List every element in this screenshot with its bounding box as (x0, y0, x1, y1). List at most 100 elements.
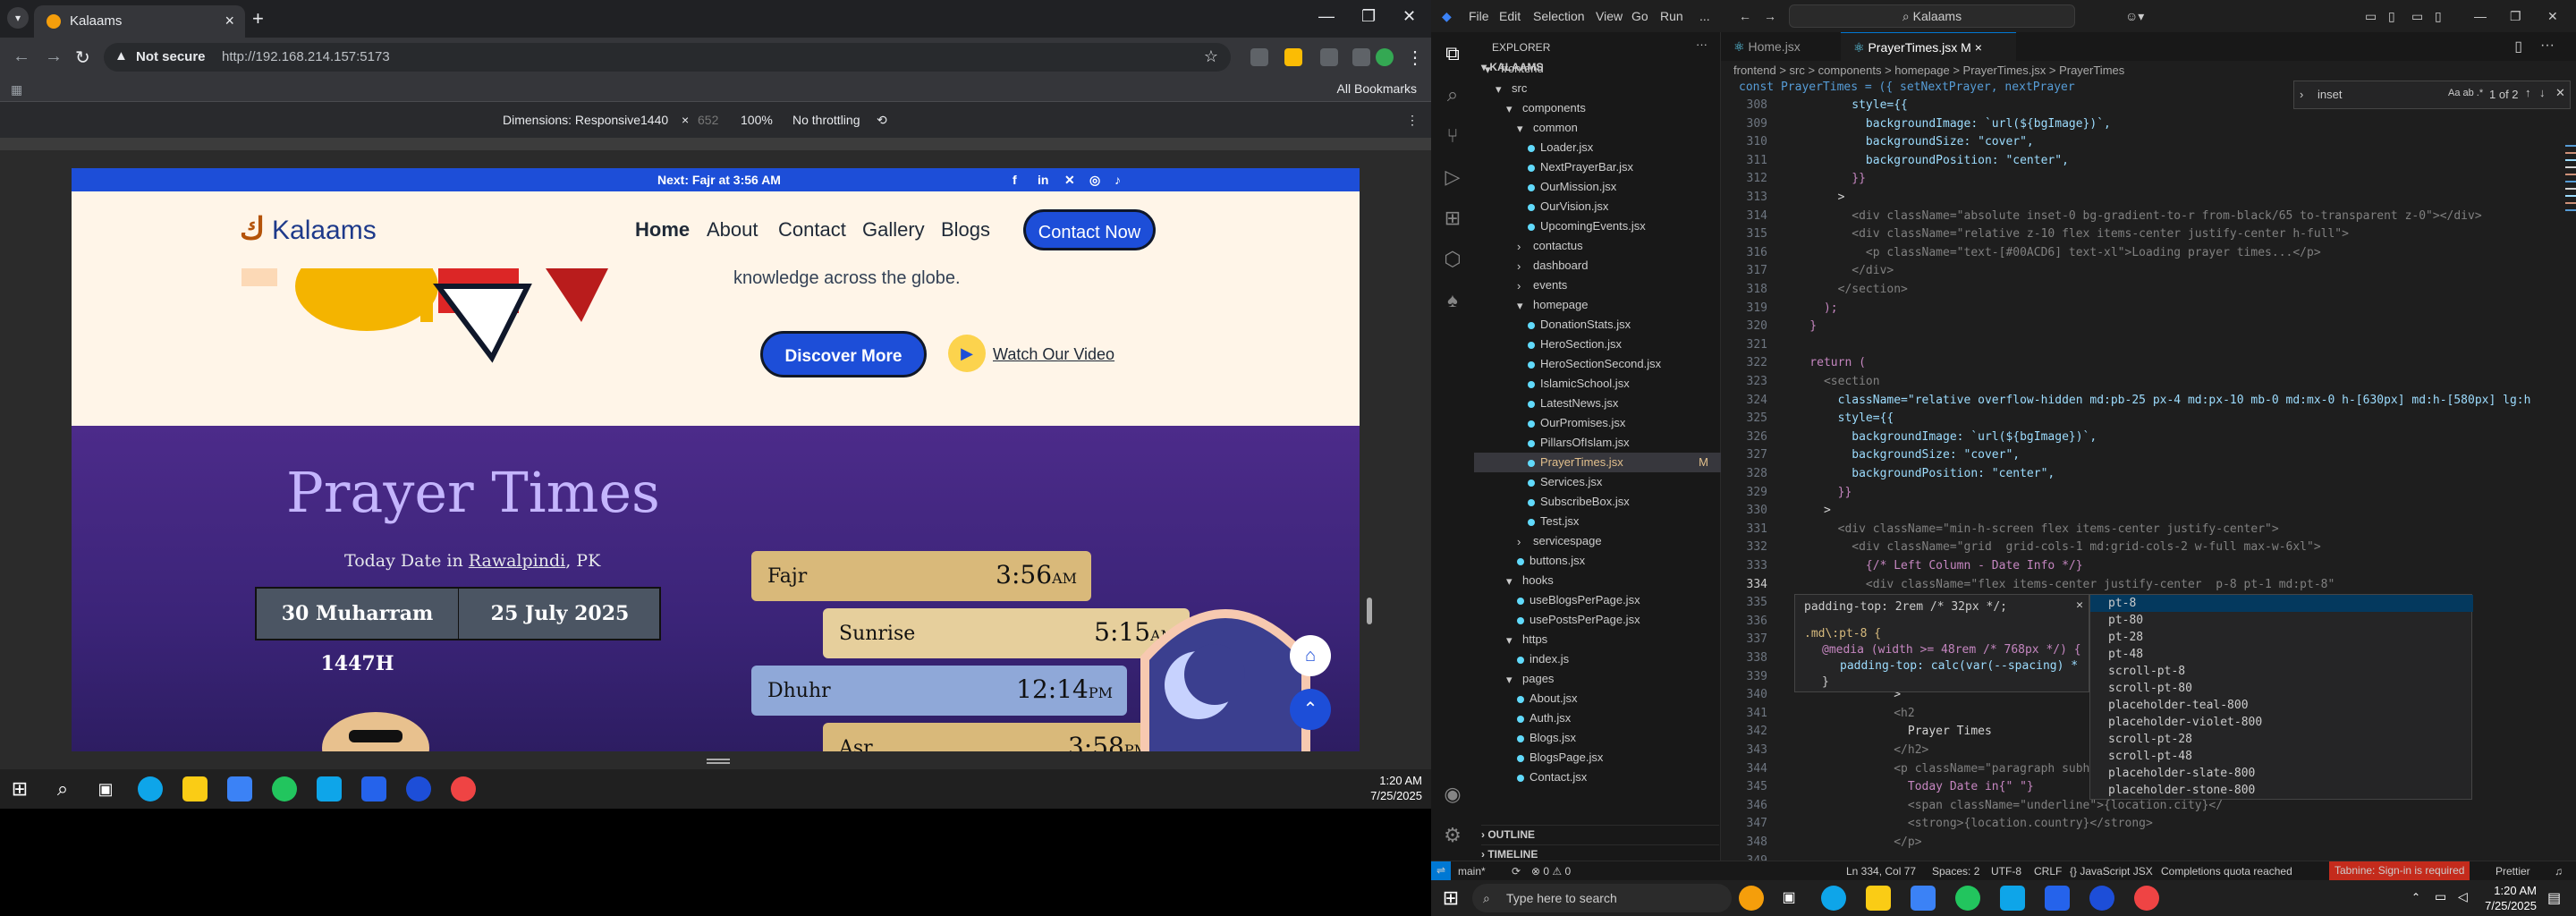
reload-icon[interactable]: ↻ (75, 47, 90, 69)
source-control-icon[interactable]: ⑂ (1442, 125, 1463, 147)
explorer-icon[interactable]: ⧉ (1442, 43, 1463, 64)
app-icon[interactable] (2000, 886, 2025, 911)
task-view-icon[interactable]: ▣ (1776, 886, 1801, 911)
app-icon[interactable] (317, 776, 342, 802)
edge-icon[interactable] (1821, 886, 1846, 911)
suggestion-item[interactable]: scroll-pt-80 (2090, 680, 2473, 697)
site-logo[interactable]: ك Kalaams (240, 211, 383, 247)
copilot-icon[interactable]: ☺▾ (2125, 9, 2144, 24)
folder-item[interactable]: ▾ src (1474, 79, 1721, 98)
file-item[interactable]: PillarsOfIslam.jsx (1474, 433, 1721, 453)
file-item[interactable]: BlogsPage.jsx (1474, 748, 1721, 768)
file-item[interactable]: UpcomingEvents.jsx (1474, 216, 1721, 236)
maximize-icon[interactable]: ❐ (1361, 7, 1376, 26)
vscode-icon[interactable] (2045, 886, 2070, 911)
layout-icon[interactable]: ▭ (2365, 9, 2377, 24)
suggestion-item[interactable]: scroll-pt-28 (2090, 731, 2473, 748)
bookmark-star-icon[interactable]: ☆ (1204, 47, 1218, 66)
find-prev-icon[interactable]: ↑ (2525, 86, 2531, 99)
sidepanel-icon[interactable] (1352, 48, 1370, 66)
zoom-icon[interactable] (406, 776, 431, 802)
suggestion-item[interactable]: placeholder-violet-800 (2090, 714, 2473, 731)
throttle-dropdown[interactable]: No throttling (792, 113, 860, 127)
rotate-icon[interactable]: ⟲ (877, 113, 887, 128)
suggestion-item[interactable]: scroll-pt-48 (2090, 748, 2473, 765)
store-icon[interactable] (1911, 886, 1936, 911)
dimensions-dropdown[interactable]: Dimensions: Responsive (503, 113, 640, 127)
menu-edit[interactable]: Edit (1499, 9, 1521, 23)
file-item[interactable]: Blogs.jsx (1474, 728, 1721, 748)
close-window-icon[interactable]: ✕ (1402, 7, 1416, 26)
folder-item[interactable]: ▾ homepage (1474, 295, 1721, 315)
folder-item[interactable]: › events (1474, 276, 1721, 295)
eol[interactable]: CRLF (2034, 865, 2062, 878)
edge-icon[interactable] (138, 776, 163, 802)
vscode-icon[interactable] (361, 776, 386, 802)
remote-icon[interactable]: ⬡ (1442, 249, 1463, 270)
extensions-icon[interactable]: ⊞ (1442, 208, 1463, 229)
tab-search-icon[interactable]: ▾ (7, 7, 29, 29)
menu-kebab-icon[interactable]: ⋮ (1406, 47, 1424, 69)
puzzle-icon[interactable] (1320, 48, 1338, 66)
folder-item[interactable]: ▾ common (1474, 118, 1721, 138)
folder-item[interactable]: ▾ https (1474, 630, 1721, 649)
toggle-panel-icon[interactable]: ▭ (2411, 9, 2423, 24)
find-toggle-icon[interactable]: › (2300, 88, 2303, 101)
file-item[interactable]: Contact.jsx (1474, 768, 1721, 787)
taskbar-clock-right[interactable]: 1:20 AM 7/25/2025 (2474, 883, 2537, 913)
discover-more-button[interactable]: Discover More (760, 331, 927, 377)
file-item[interactable]: Auth.jsx (1474, 708, 1721, 728)
problems-indicator[interactable]: ⊗ 0 ⚠ 0 (1531, 865, 1571, 878)
zoom-icon[interactable] (2089, 886, 2114, 911)
mosque-fab-icon[interactable]: ⌂ (1290, 635, 1331, 676)
explorer-more-icon[interactable]: ··· (1696, 38, 1707, 51)
chrome-icon[interactable] (1955, 886, 1980, 911)
forward-icon[interactable]: → (45, 47, 63, 67)
file-explorer-icon[interactable] (182, 776, 208, 802)
nav-blogs[interactable]: Blogs (941, 218, 990, 242)
chrome-icon[interactable] (272, 776, 297, 802)
minimize-icon[interactable]: — (2474, 9, 2487, 23)
search-icon[interactable]: ⌕ (1442, 84, 1463, 106)
scroll-top-icon[interactable]: ⌃ (1290, 689, 1331, 730)
file-item[interactable]: Test.jsx (1474, 512, 1721, 531)
chrome-icon[interactable] (2134, 886, 2159, 911)
file-item[interactable]: IslamicSchool.jsx (1474, 374, 1721, 394)
forward-icon[interactable]: → (1764, 9, 1776, 23)
instagram-icon[interactable]: ◎ (1089, 173, 1100, 188)
x-icon[interactable]: ✕ (1064, 173, 1075, 188)
tray-chevron-icon[interactable]: ⌃ (2411, 891, 2420, 903)
find-input[interactable]: inset (2318, 88, 2342, 101)
apps-icon[interactable]: ▦ (11, 82, 22, 98)
suggestion-item[interactable]: placeholder-stone-800 (2090, 782, 2473, 799)
split-editor-icon[interactable]: ▯ (2514, 38, 2522, 55)
all-bookmarks[interactable]: All Bookmarks (1337, 81, 1417, 96)
profile-avatar-icon[interactable] (1376, 48, 1394, 66)
device-menu-icon[interactable]: ⋮ (1406, 113, 1419, 128)
chrome-icon[interactable] (451, 776, 476, 802)
resize-handle-right[interactable] (1367, 598, 1372, 624)
store-icon[interactable] (227, 776, 252, 802)
menu-more[interactable]: ... (1699, 9, 1710, 23)
tiktok-icon[interactable]: ♪ (1114, 173, 1121, 187)
git-branch[interactable]: main* (1458, 865, 1486, 878)
folder-item[interactable]: › dashboard (1474, 256, 1721, 276)
editor-more-icon[interactable]: ··· (2540, 38, 2555, 54)
remote-indicator-icon[interactable]: ⇌ (1431, 861, 1451, 880)
file-item[interactable]: About.jsx (1474, 689, 1721, 708)
windows-start-icon[interactable]: ⊞ (1438, 886, 1463, 911)
tab-prayertimes-jsx[interactable]: ⚛ PrayerTimes.jsx M × (1841, 32, 2016, 61)
close-window-icon[interactable]: ✕ (2547, 9, 2558, 24)
menu-run[interactable]: Run (1660, 9, 1683, 23)
notification-center-icon[interactable]: ▤ (2547, 889, 2561, 907)
folder-item[interactable]: ▾ pages (1474, 669, 1721, 689)
folder-item[interactable]: › servicespage (1474, 531, 1721, 551)
minimap[interactable] (2562, 109, 2576, 467)
suggestion-item[interactable]: placeholder-slate-800 (2090, 765, 2473, 782)
file-item[interactable]: useBlogsPerPage.jsx (1474, 590, 1721, 610)
contact-now-button[interactable]: Contact Now (1023, 209, 1156, 250)
nav-gallery[interactable]: Gallery (862, 218, 925, 242)
file-item[interactable]: usePostsPerPage.jsx (1474, 610, 1721, 630)
extension-icon[interactable] (1284, 48, 1302, 66)
back-icon[interactable]: ← (13, 47, 30, 67)
